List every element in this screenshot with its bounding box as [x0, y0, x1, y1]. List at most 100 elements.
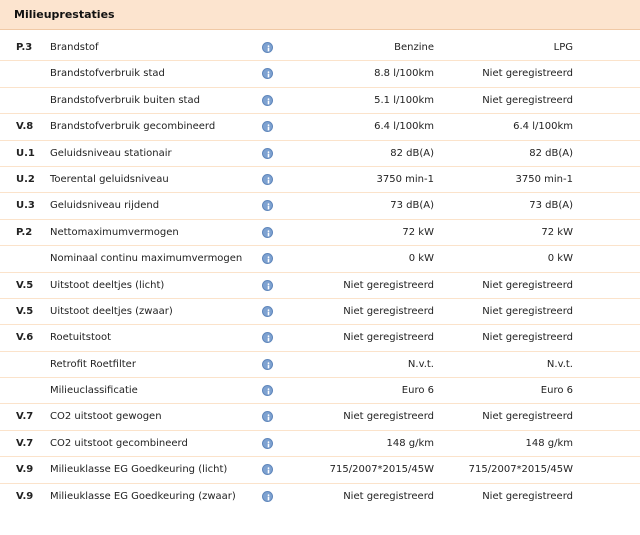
info-icon[interactable] [262, 226, 273, 238]
info-icon[interactable] [262, 464, 273, 476]
value-fuel-2: Niet geregistreerd [482, 305, 573, 317]
info-icon[interactable] [262, 42, 273, 53]
value-fuel-1: 73 dB(A) [390, 200, 434, 212]
row-code: P.3 [16, 42, 33, 53]
row-code: V.6 [16, 332, 34, 344]
value-fuel-1: 0 kW [408, 253, 434, 265]
value-fuel-2: 72 kW [541, 226, 573, 238]
info-icon[interactable] [262, 305, 273, 317]
table-row: U.3 Geluidsniveau rijdend 73 dB(A) 73 dB(A) [0, 193, 640, 220]
value-fuel-2: 6.4 l/100km [513, 121, 573, 133]
table-row: U.1 Geluidsniveau stationair 82 dB(A) 82 dB… [0, 141, 640, 167]
row-code: U.2 [16, 173, 35, 185]
table-row: Milieuclassificatie Euro 6 Euro 6 [0, 378, 640, 405]
info-icon[interactable] [262, 173, 273, 185]
row-code: V.7 [16, 411, 34, 423]
section-header: Milieuprestaties [0, 0, 640, 30]
value-fuel-1: Niet geregistreerd [343, 490, 434, 502]
value-fuel-1: 8.8 l/100km [374, 68, 434, 80]
section-title: Milieuprestaties [14, 8, 115, 21]
row-code: V.5 [16, 305, 34, 317]
value-fuel-1: 3750 min-1 [376, 173, 434, 185]
value-fuel-1: 72 kW [402, 226, 434, 238]
info-icon[interactable] [262, 490, 273, 502]
value-fuel-2: Niet geregistreerd [482, 94, 573, 106]
value-fuel-2: Niet geregistreerd [482, 411, 573, 423]
value-fuel-1: 148 g/km [386, 437, 434, 449]
row-label: CO2 uitstoot gewogen [50, 411, 162, 423]
info-icon[interactable] [262, 358, 273, 370]
value-fuel-1: 6.4 l/100km [374, 121, 434, 133]
table-row: V.5 Uitstoot deeltjes (zwaar) Niet geregis… [0, 299, 640, 326]
value-fuel-1: Niet geregistreerd [343, 332, 434, 344]
table-row: U.2 Toerental geluidsniveau 3750 min-1 3750… [0, 167, 640, 194]
row-code: V.8 [16, 121, 34, 133]
row-label: Uitstoot deeltjes (licht) [50, 279, 165, 291]
value-fuel-1: N.v.t. [407, 358, 434, 370]
row-code: V.5 [16, 279, 34, 291]
value-fuel-2: 148 g/km [525, 437, 573, 449]
info-icon[interactable] [262, 200, 273, 212]
value-fuel-2: Niet geregistreerd [482, 490, 573, 502]
value-fuel-1: 82 dB(A) [390, 147, 434, 159]
info-icon[interactable] [262, 385, 273, 397]
value-fuel-2: N.v.t. [546, 358, 573, 370]
row-label: Brandstofverbruik gecombineerd [50, 121, 216, 133]
row-code: V.7 [16, 437, 34, 449]
data-table: P.3 Brandstof Benzine LPG Brandstofverbruik … [0, 35, 640, 510]
table-row: V.8 Brandstofverbruik gecombineerd 6.4 l/1… [0, 114, 640, 141]
info-icon[interactable] [262, 437, 273, 449]
info-icon[interactable] [262, 68, 273, 80]
info-icon[interactable] [262, 411, 273, 423]
value-fuel-2: 0 kW [547, 253, 573, 265]
value-fuel-2: 3750 min-1 [515, 173, 573, 185]
value-fuel-2: 715/2007*2015/45W [468, 464, 573, 476]
row-label: Geluidsniveau rijdend [50, 200, 160, 212]
table-row: P.3 Brandstof Benzine LPG [0, 35, 640, 62]
row-label: CO2 uitstoot gecombineerd [50, 437, 188, 449]
table-row: V.6 Roetuitstoot Niet geregistreerd Niet ge… [0, 325, 640, 352]
info-icon[interactable] [262, 253, 273, 265]
row-label: Milieuklasse EG Goedkeuring (zwaar) [50, 490, 236, 502]
row-label: Brandstofverbruik stad [50, 68, 165, 80]
row-label: Milieuclassificatie [50, 385, 138, 397]
row-label: Brandstof [50, 42, 99, 53]
value-fuel-2: 73 dB(A) [529, 200, 573, 212]
table-row: Retrofit Roetfilter N.v.t. N.v.t. [0, 352, 640, 379]
table-row: V.9 Milieuklasse EG Goedkeuring (licht) 71… [0, 457, 640, 484]
row-label: Nominaal continu maximumvermogen [50, 253, 243, 265]
value-fuel-1: Niet geregistreerd [343, 305, 434, 317]
row-code: U.3 [16, 200, 35, 212]
info-icon[interactable] [262, 121, 273, 133]
info-icon[interactable] [262, 332, 273, 344]
info-icon[interactable] [262, 147, 273, 159]
table-row: P.2 Nettomaximumvermogen 72 kW 72 kW [0, 220, 640, 247]
value-fuel-2: LPG [553, 42, 573, 53]
row-code: P.2 [16, 226, 33, 238]
value-fuel-2: 82 dB(A) [529, 147, 573, 159]
row-label: Nettomaximumvermogen [50, 226, 179, 238]
row-code: V.9 [16, 490, 34, 502]
row-code: U.1 [16, 147, 35, 159]
value-fuel-2: Niet geregistreerd [482, 332, 573, 344]
value-fuel-1: 5.1 l/100km [374, 94, 434, 106]
value-fuel-1: 715/2007*2015/45W [329, 464, 434, 476]
table-row: Nominaal continu maximumvermogen 0 kW 0 kW [0, 246, 640, 273]
value-fuel-1: Niet geregistreerd [343, 279, 434, 291]
value-fuel-2: Euro 6 [540, 385, 573, 397]
info-icon[interactable] [262, 279, 273, 291]
table-row: V.7 CO2 uitstoot gecombineerd 148 g/km 148 … [0, 431, 640, 458]
table-row: V.5 Uitstoot deeltjes (licht) Niet geregis… [0, 273, 640, 299]
table-row: Brandstofverbruik buiten stad 5.1 l/100km… [0, 88, 640, 115]
value-fuel-1: Euro 6 [401, 385, 434, 397]
table-row: V.7 CO2 uitstoot gewogen Niet geregistreer… [0, 404, 640, 431]
value-fuel-2: Niet geregistreerd [482, 279, 573, 291]
value-fuel-2: Niet geregistreerd [482, 68, 573, 80]
table-row: V.9 Milieuklasse EG Goedkeuring (zwaar) Ni… [0, 484, 640, 510]
row-label: Milieuklasse EG Goedkeuring (licht) [50, 464, 228, 476]
row-code: V.9 [16, 464, 34, 476]
value-fuel-1: Benzine [394, 42, 434, 53]
row-label: Geluidsniveau stationair [50, 147, 172, 159]
info-icon[interactable] [262, 94, 273, 106]
row-label: Toerental geluidsniveau [50, 173, 169, 185]
